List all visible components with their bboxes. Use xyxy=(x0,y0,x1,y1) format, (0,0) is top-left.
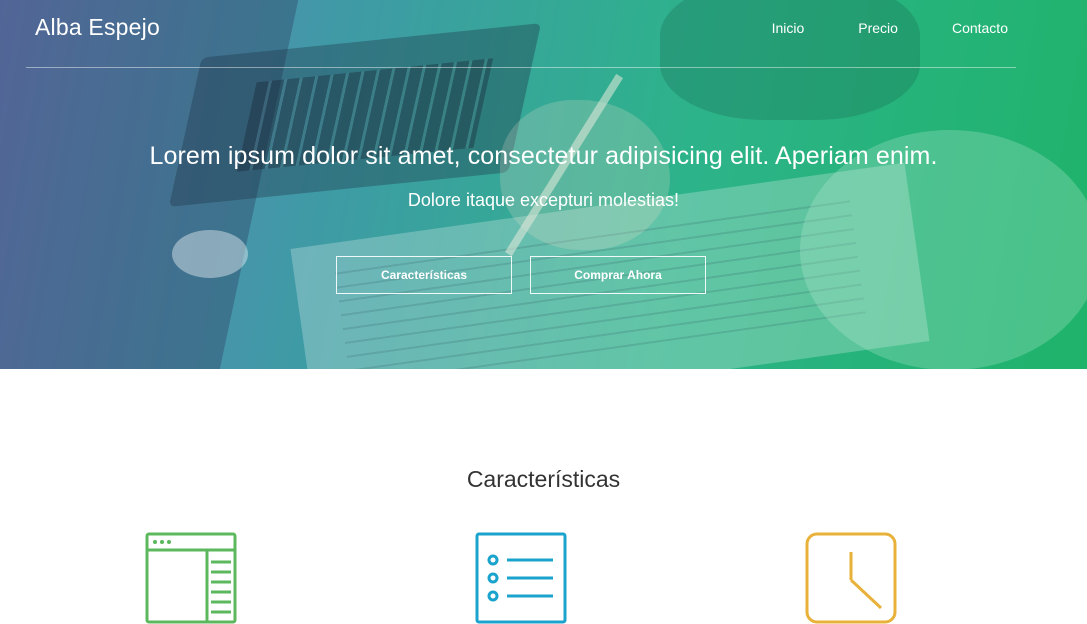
buy-now-button[interactable]: Comprar Ahora xyxy=(530,256,706,294)
features-heading: Características xyxy=(466,466,621,492)
hero-headline: Lorem ipsum dolor sit amet, consectetur … xyxy=(149,142,938,170)
browser-window-icon xyxy=(145,532,237,624)
nav-link-inicio[interactable]: Inicio xyxy=(772,20,805,36)
nav-links: Inicio Precio Contacto xyxy=(718,20,1008,36)
features-button[interactable]: Características xyxy=(336,256,512,294)
nav-link-contacto[interactable]: Contacto xyxy=(952,20,1008,36)
list-icon xyxy=(475,532,567,624)
clock-icon xyxy=(805,532,897,624)
hero-section: Alba Espejo Inicio Precio Contacto Lorem… xyxy=(0,0,1087,369)
hero-subline: Dolore itaque excepturi molestias! xyxy=(407,190,680,210)
top-navbar: Alba Espejo Inicio Precio Contacto xyxy=(26,0,1016,68)
nav-link-precio[interactable]: Precio xyxy=(858,20,898,36)
hero-photo-mouse xyxy=(172,230,248,278)
brand-logo[interactable]: Alba Espejo xyxy=(35,14,160,41)
